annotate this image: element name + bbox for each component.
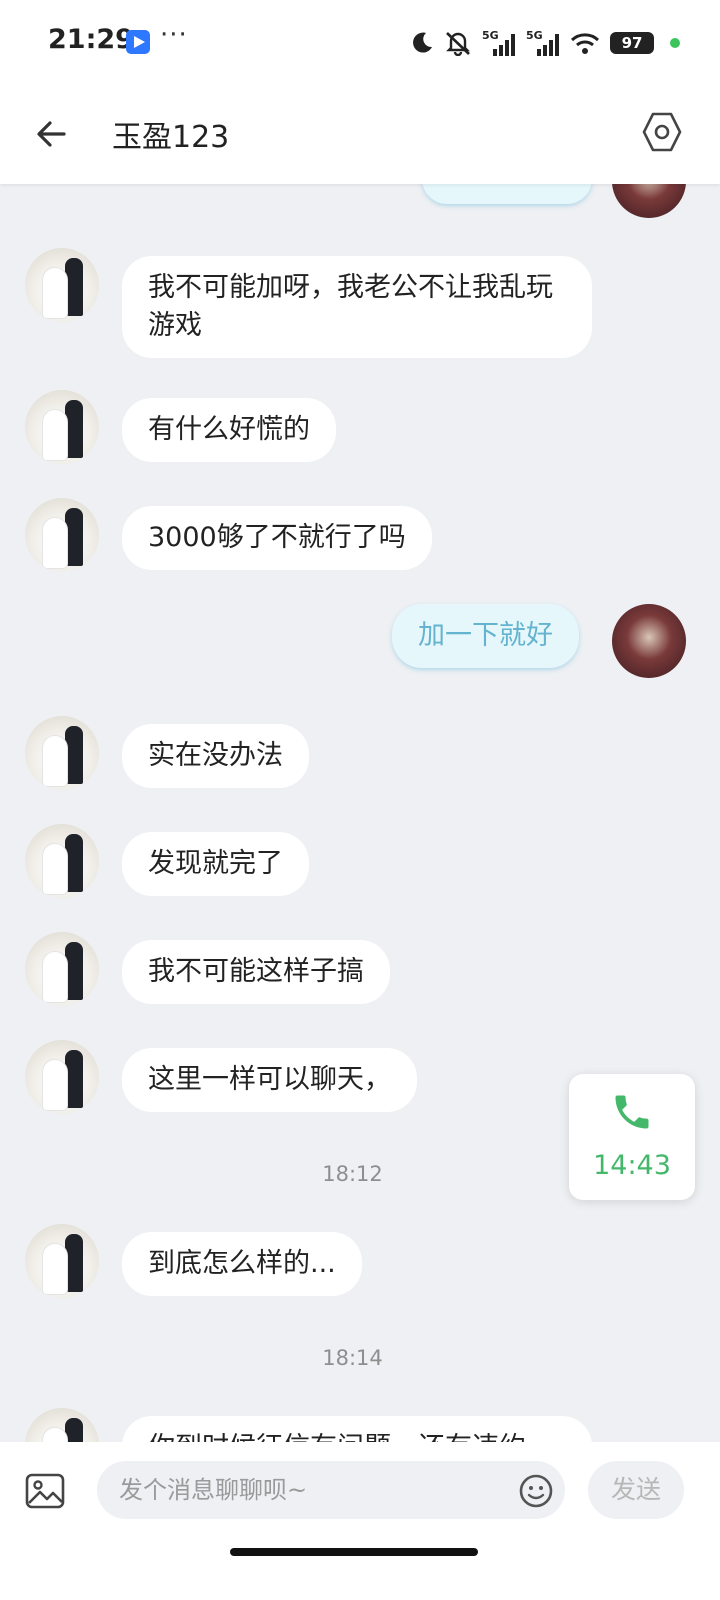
- message-bubble[interactable]: 这里一样可以聊天，: [122, 1048, 417, 1112]
- phone-icon: [615, 1095, 649, 1129]
- my-avatar[interactable]: [612, 184, 686, 218]
- contact-avatar[interactable]: [25, 498, 99, 572]
- message-bubble[interactable]: 有什么好慌的: [122, 398, 336, 462]
- my-message-bubble[interactable]: 加一下就好: [392, 604, 579, 668]
- back-button[interactable]: [30, 112, 74, 156]
- status-icons: 5G 5G 97: [410, 28, 680, 58]
- contact-avatar[interactable]: [25, 824, 99, 898]
- contact-avatar[interactable]: [25, 1040, 99, 1114]
- moon-icon: [413, 32, 432, 53]
- svg-text:5G: 5G: [526, 29, 543, 42]
- call-duration: 14:43: [593, 1150, 671, 1181]
- message-bubble-partial[interactable]: [422, 184, 592, 204]
- signal-5g-icon: 5G: [526, 29, 559, 56]
- message-bubble[interactable]: 发现就完了: [122, 832, 309, 896]
- mute-icon: [446, 32, 470, 56]
- message-bubble[interactable]: 到底怎么样的...: [122, 1232, 362, 1296]
- status-bar: 21:29 ··· 5G 5G 97: [0, 0, 720, 84]
- battery-icon: 97: [610, 32, 654, 54]
- more-notifications-icon: ···: [160, 20, 188, 50]
- message-bubble[interactable]: 我不可能这样子搞: [122, 940, 390, 1004]
- message-bubble[interactable]: 我不可能加呀，我老公不让我乱玩游戏: [122, 256, 592, 358]
- home-indicator[interactable]: [230, 1548, 478, 1556]
- input-bar: 发送: [0, 1442, 720, 1600]
- contact-avatar[interactable]: [25, 932, 99, 1006]
- contact-avatar[interactable]: [25, 1224, 99, 1298]
- send-button[interactable]: 发送: [588, 1461, 684, 1519]
- message-bubble[interactable]: 实在没办法: [122, 724, 309, 788]
- my-avatar[interactable]: [612, 604, 686, 678]
- timestamp: 18:14: [322, 1346, 383, 1370]
- contact-avatar[interactable]: [25, 716, 99, 790]
- settings-button[interactable]: [640, 110, 684, 154]
- image-icon[interactable]: [24, 1470, 66, 1512]
- chat-header: 玉盈123: [0, 84, 720, 184]
- call-floating-widget[interactable]: 14:43: [569, 1074, 695, 1200]
- chat-title: 玉盈123: [112, 120, 230, 155]
- message-bubble[interactable]: 3000够了不就行了吗: [122, 506, 432, 570]
- emoji-icon[interactable]: [518, 1473, 554, 1509]
- play-app-icon: [126, 30, 150, 54]
- svg-text:5G: 5G: [482, 29, 499, 42]
- contact-avatar[interactable]: [25, 390, 99, 464]
- contact-avatar[interactable]: [25, 248, 99, 322]
- message-list[interactable]: 我不可能加呀，我老公不让我乱玩游戏 有什么好慌的 3000够了不就行了吗 加一下…: [0, 184, 720, 1472]
- signal-5g-icon: 5G: [482, 29, 515, 56]
- wifi-icon: [570, 33, 600, 54]
- message-input[interactable]: [97, 1461, 565, 1519]
- privacy-indicator-dot: [670, 38, 680, 48]
- status-time: 21:29: [48, 24, 134, 55]
